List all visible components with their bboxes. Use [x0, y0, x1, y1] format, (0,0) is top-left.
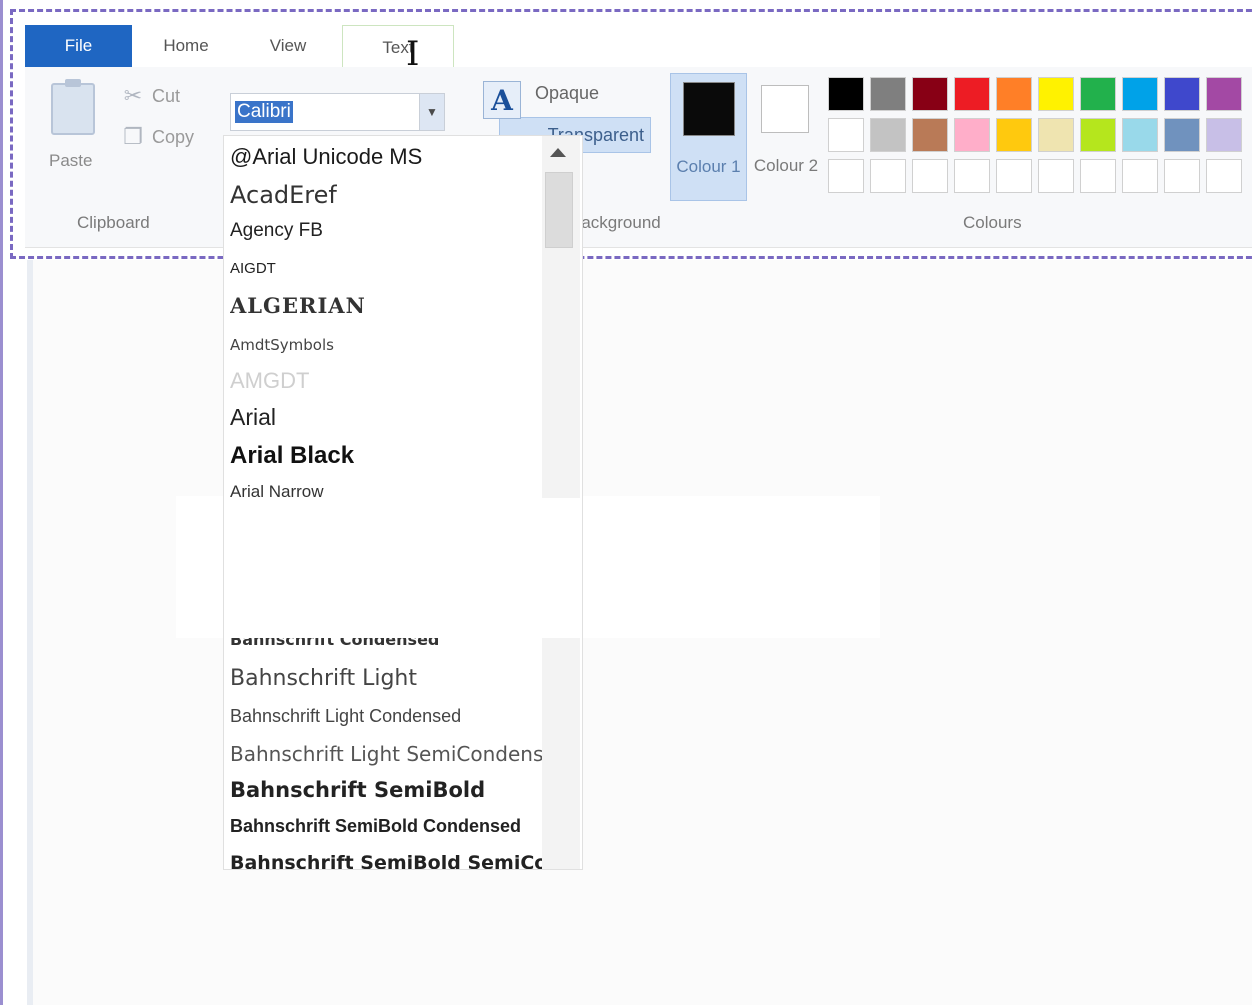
scroll-up-arrow-icon[interactable]	[550, 148, 566, 157]
dropdown-occluded-region	[224, 498, 582, 638]
font-dropdown-list[interactable]: @Arial Unicode MS AcadEref Agency FB AIGDT A…	[223, 135, 583, 870]
font-list-item[interactable]: AMGDT	[230, 368, 309, 394]
window-left-border	[0, 0, 3, 1005]
ibeam-cursor-icon: I	[406, 34, 420, 74]
font-list-item[interactable]: Bahnschrift Light SemiCondens	[230, 742, 542, 766]
font-list-item[interactable]: Bahnschrift SemiBold SemiCond	[230, 852, 542, 869]
font-list-item[interactable]: Bahnschrift SemiBold Condensed	[230, 816, 521, 837]
font-list-item[interactable]: Bahnschrift Light Condensed	[230, 706, 461, 727]
ribbon-highlight-frame	[10, 9, 1252, 259]
font-list-item[interactable]: Arial Black	[230, 442, 354, 470]
scroll-thumb[interactable]	[545, 172, 573, 248]
font-list-item[interactable]: Arial	[230, 404, 276, 431]
font-list-item[interactable]: @Arial Unicode MS	[230, 144, 422, 170]
font-list-item[interactable]: Bahnschrift SemiBold	[230, 778, 485, 802]
font-list-item[interactable]: AIGDT	[230, 260, 276, 277]
canvas-edge	[27, 260, 33, 1005]
font-list-item[interactable]: ALGERIAN	[230, 293, 366, 318]
font-list-item[interactable]: AmdtSymbols	[230, 336, 334, 354]
font-list-item[interactable]: Agency FB	[230, 220, 323, 242]
font-list-item[interactable]: AcadEref	[230, 181, 337, 209]
font-list-item[interactable]: Bahnschrift Light	[230, 666, 417, 691]
